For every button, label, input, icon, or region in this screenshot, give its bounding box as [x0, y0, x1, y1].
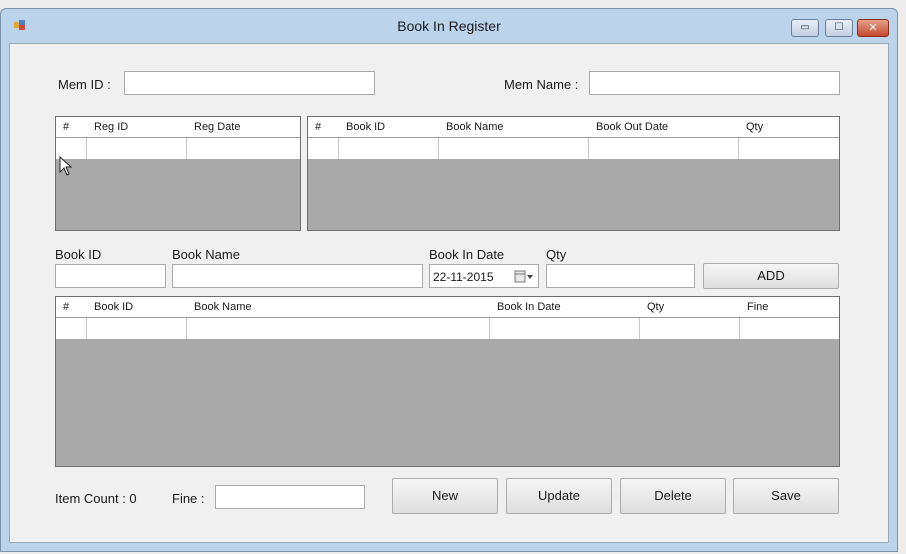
table-cell[interactable]	[56, 318, 87, 339]
book-out-grid[interactable]: # Book ID Book Name Book Out Date Qty	[307, 116, 840, 231]
in-col-book-id[interactable]: Book ID	[87, 297, 187, 317]
reg-grid[interactable]: # Reg ID Reg Date	[55, 116, 301, 231]
table-cell[interactable]	[589, 138, 739, 159]
table-cell[interactable]	[640, 318, 740, 339]
reg-grid-header: # Reg ID Reg Date	[56, 117, 300, 138]
book-name-input[interactable]	[172, 264, 423, 288]
mem-id-label: Mem ID :	[58, 77, 111, 92]
book-in-grid[interactable]: # Book ID Book Name Book In Date Qty Fin…	[55, 296, 840, 467]
in-col-index[interactable]: #	[56, 297, 87, 317]
table-cell[interactable]	[187, 138, 301, 159]
maximize-button[interactable]: ☐	[825, 19, 853, 37]
book-in-register-window: Book In Register ▭ ☐ ✕ Mem ID : Mem Name…	[0, 8, 898, 552]
reg-col-reg-id[interactable]: Reg ID	[87, 117, 187, 137]
table-cell[interactable]	[739, 138, 839, 159]
table-cell[interactable]	[187, 318, 490, 339]
book-in-grid-header: # Book ID Book Name Book In Date Qty Fin…	[56, 297, 839, 318]
in-col-book-in-date[interactable]: Book In Date	[490, 297, 640, 317]
reg-col-index[interactable]: #	[56, 117, 87, 137]
out-col-book-out-date[interactable]: Book Out Date	[589, 117, 739, 137]
book-id-label: Book ID	[55, 247, 102, 262]
close-icon: ✕	[868, 22, 878, 34]
fine-input[interactable]	[215, 485, 365, 509]
table-cell[interactable]	[439, 138, 589, 159]
out-col-book-name[interactable]: Book Name	[439, 117, 589, 137]
table-cell[interactable]	[339, 138, 439, 159]
book-out-grid-new-row[interactable]	[308, 138, 839, 159]
table-cell[interactable]	[87, 138, 187, 159]
fine-label: Fine :	[172, 491, 205, 506]
out-col-book-id[interactable]: Book ID	[339, 117, 439, 137]
book-in-grid-new-row[interactable]	[56, 318, 839, 339]
out-col-qty[interactable]: Qty	[739, 117, 839, 137]
book-in-date-value: 22-11-2015	[433, 270, 494, 284]
book-in-date-label: Book In Date	[429, 247, 505, 262]
minimize-icon: ▭	[800, 22, 810, 33]
item-count-label: Item Count : 0	[55, 491, 137, 506]
add-button[interactable]: ADD	[703, 263, 839, 289]
qty-input[interactable]	[546, 264, 695, 288]
in-col-book-name[interactable]: Book Name	[187, 297, 490, 317]
reg-col-reg-date[interactable]: Reg Date	[187, 117, 301, 137]
delete-button[interactable]: Delete	[620, 478, 726, 514]
out-col-index[interactable]: #	[308, 117, 339, 137]
table-cell[interactable]	[87, 318, 187, 339]
book-out-grid-header: # Book ID Book Name Book Out Date Qty	[308, 117, 839, 138]
in-col-fine[interactable]: Fine	[740, 297, 839, 317]
title-bar[interactable]: Book In Register ▭ ☐ ✕	[1, 9, 897, 43]
book-name-label: Book Name	[172, 247, 240, 262]
reg-grid-new-row[interactable]	[56, 138, 300, 159]
minimize-button[interactable]: ▭	[791, 19, 819, 37]
cursor-pointer-icon	[59, 156, 73, 176]
update-button[interactable]: Update	[506, 478, 612, 514]
book-in-date-picker[interactable]: 22-11-2015	[429, 264, 539, 288]
form-client-area: Mem ID : Mem Name : # Reg ID Reg Date # …	[9, 43, 889, 543]
calendar-icon[interactable]	[513, 269, 535, 284]
window-title: Book In Register	[397, 18, 501, 34]
table-cell[interactable]	[740, 318, 839, 339]
qty-label: Qty	[546, 247, 567, 262]
close-button[interactable]: ✕	[857, 19, 889, 37]
maximize-icon: ☐	[834, 22, 844, 33]
table-cell[interactable]	[490, 318, 640, 339]
book-id-input[interactable]	[55, 264, 166, 288]
new-button[interactable]: New	[392, 478, 498, 514]
mem-name-label: Mem Name :	[504, 77, 579, 92]
mem-id-input[interactable]	[124, 71, 375, 95]
table-cell[interactable]	[308, 138, 339, 159]
mem-name-input[interactable]	[589, 71, 840, 95]
in-col-qty[interactable]: Qty	[640, 297, 740, 317]
save-button[interactable]: Save	[733, 478, 839, 514]
